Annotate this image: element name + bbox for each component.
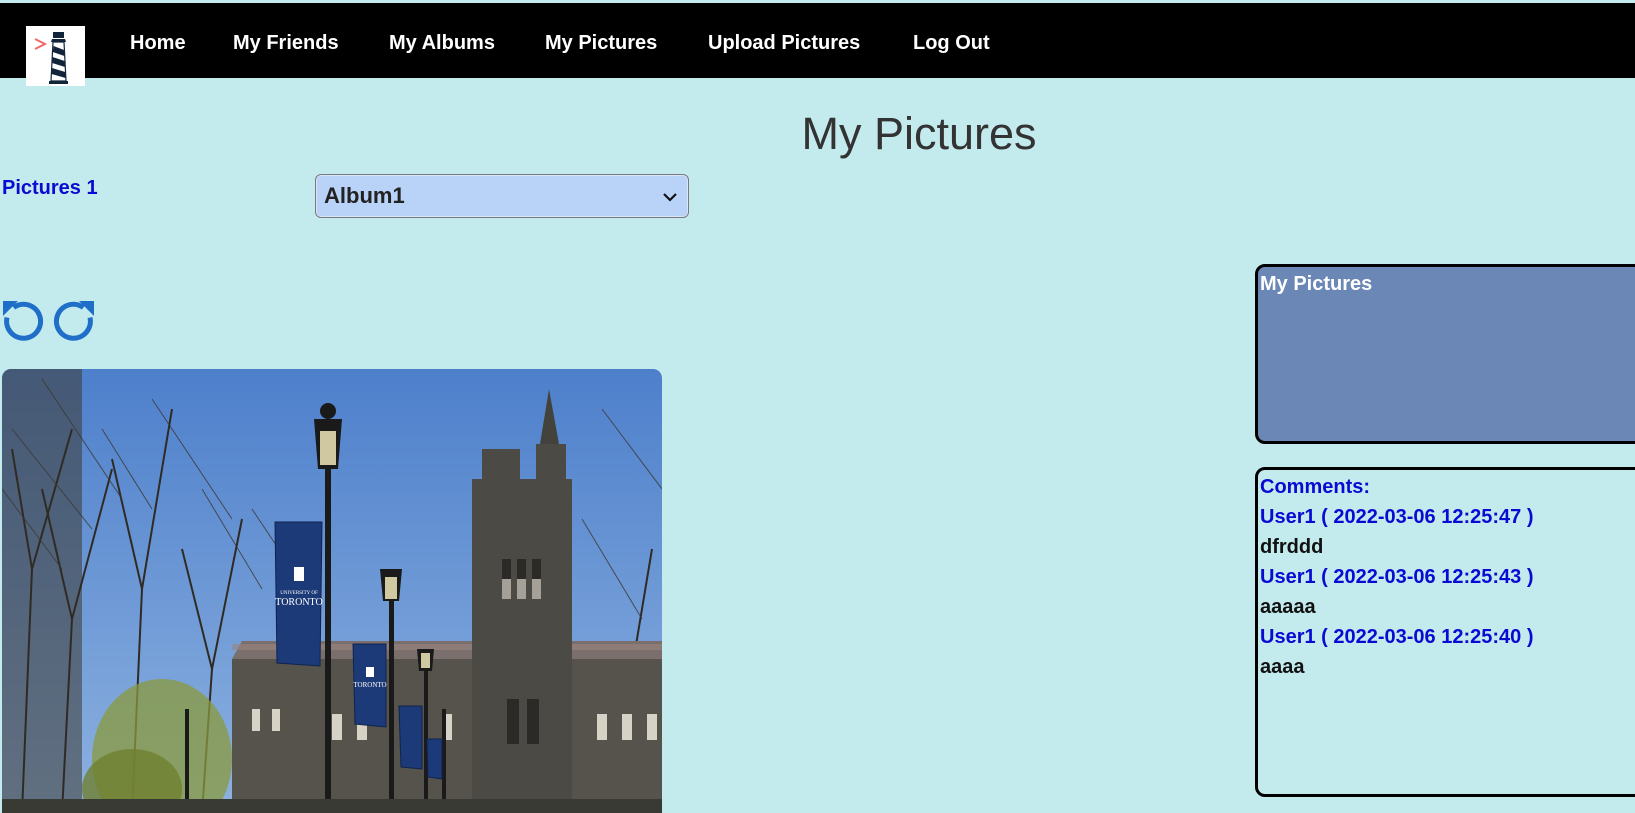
- navbar: Home My Friends My Albums My Pictures Up…: [0, 3, 1635, 86]
- banner-caption-top: UNIVERSITY OF: [280, 591, 318, 596]
- comments-panel: Comments: User1 ( 2022-03-06 12:25:47 ) …: [1255, 467, 1635, 797]
- nav-home[interactable]: Home: [130, 32, 186, 55]
- picture-display[interactable]: UNIVERSITY OF TORONTO TORONTO: [2, 369, 662, 813]
- picture-description-panel: My Pictures: [1255, 264, 1635, 444]
- comment-text: aaaaa: [1260, 596, 1316, 618]
- nav-log-out[interactable]: Log Out: [913, 32, 990, 55]
- comment-text: aaaa: [1260, 656, 1305, 678]
- comment-author: User1 ( 2022-03-06 12:25:47 ): [1260, 506, 1534, 528]
- nav-my-albums[interactable]: My Albums: [389, 32, 495, 55]
- banner-caption-small: TORONTO: [353, 681, 386, 689]
- banner-caption-main: TORONTO: [275, 597, 322, 608]
- album-select-value: Album1: [324, 183, 405, 208]
- comment-text: dfrddd: [1260, 536, 1324, 558]
- nav-upload-pictures[interactable]: Upload Pictures: [708, 32, 860, 55]
- nav-my-friends[interactable]: My Friends: [233, 32, 339, 55]
- rotate-right-icon[interactable]: [50, 295, 96, 341]
- rotate-left-icon[interactable]: [1, 295, 47, 341]
- page-title: My Pictures: [801, 108, 1037, 159]
- comments-title: Comments:: [1260, 476, 1371, 498]
- picture-panel-title: My Pictures: [1260, 273, 1373, 295]
- comment-author: User1 ( 2022-03-06 12:25:43 ): [1260, 566, 1534, 588]
- nav-my-pictures[interactable]: My Pictures: [545, 32, 657, 55]
- chevron-down-icon: [663, 193, 677, 202]
- album-select[interactable]: Album1: [315, 174, 689, 218]
- pictures-count-label: Pictures 1: [2, 177, 98, 199]
- comment-author: User1 ( 2022-03-06 12:25:40 ): [1260, 626, 1534, 648]
- lighthouse-logo-icon[interactable]: [26, 26, 85, 86]
